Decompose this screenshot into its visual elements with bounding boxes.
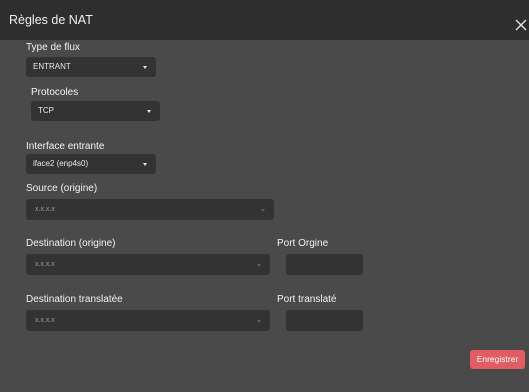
destination-input[interactable]: x.x.x.x <box>26 254 270 275</box>
translated-port-label: Port translaté <box>277 294 337 305</box>
translated-destination-input[interactable]: x.x.x.x <box>26 310 270 331</box>
chevron-down-icon <box>147 110 151 113</box>
incoming-interface-label: Interface entrante <box>26 141 105 152</box>
dialog-titlebar: Règles de NAT <box>0 0 529 40</box>
close-icon[interactable] <box>514 18 528 32</box>
flow-type-label: Type de flux <box>26 42 80 53</box>
destination-label: Destination (origine) <box>26 238 116 249</box>
destination-placeholder: x.x.x.x <box>35 261 55 268</box>
origin-port-label: Port Orgine <box>277 238 329 249</box>
protocols-value: TCP <box>38 106 54 115</box>
incoming-interface-select[interactable]: iface2 (enp4s0) <box>26 154 156 174</box>
origin-port-input[interactable] <box>286 254 363 275</box>
chevron-down-icon <box>261 209 265 212</box>
source-input[interactable]: x.x.x.x <box>26 199 274 220</box>
translated-destination-placeholder: x.x.x.x <box>35 317 55 324</box>
chevron-down-icon <box>257 320 261 323</box>
incoming-interface-value: iface2 (enp4s0) <box>33 159 89 168</box>
source-placeholder: x.x.x.x <box>35 206 55 213</box>
protocols-select[interactable]: TCP <box>31 101 160 121</box>
flow-type-value: ENTRANT <box>33 62 71 71</box>
translated-destination-label: Destination translatée <box>26 294 123 305</box>
save-button[interactable]: Enregistrer <box>470 350 525 369</box>
chevron-down-icon <box>143 163 147 166</box>
source-label: Source (origine) <box>26 183 98 194</box>
protocols-label: Protocoles <box>31 87 79 98</box>
chevron-down-icon <box>143 66 147 69</box>
chevron-down-icon <box>257 264 261 267</box>
dialog-title: Règles de NAT <box>9 13 93 27</box>
flow-type-select[interactable]: ENTRANT <box>26 57 156 77</box>
translated-port-input[interactable] <box>286 310 363 331</box>
